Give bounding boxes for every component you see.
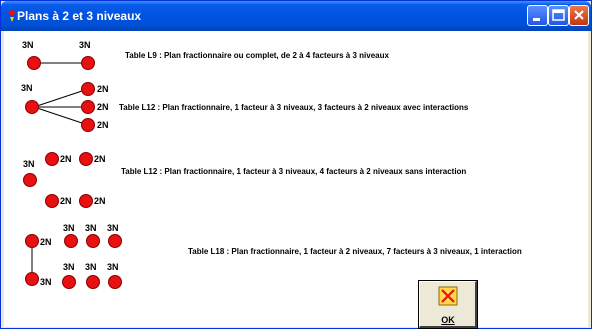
maximize-button[interactable]	[548, 5, 569, 26]
factor-node	[62, 275, 76, 289]
factor-node	[108, 275, 122, 289]
node-label: 2N	[94, 154, 106, 164]
ok-label: OK	[441, 315, 455, 325]
factor-node	[25, 234, 39, 248]
factor-node	[108, 234, 122, 248]
title-bar[interactable]: Plans à 2 et 3 niveaux	[1, 1, 591, 31]
factor-node	[23, 173, 37, 187]
minimize-icon	[533, 18, 540, 21]
minimize-button[interactable]	[527, 5, 548, 26]
node-label: 2N	[60, 196, 72, 206]
node-label: 3N	[79, 40, 91, 50]
node-label: 3N	[63, 223, 75, 233]
ok-button[interactable]: OK	[418, 280, 478, 329]
node-label: 2N	[40, 237, 52, 247]
node-label: 3N	[22, 40, 34, 50]
node-label: 3N	[40, 277, 52, 287]
factor-node	[25, 272, 39, 286]
factor-node	[81, 82, 95, 96]
node-label: 3N	[23, 159, 35, 169]
node-label: 3N	[85, 262, 97, 272]
factor-node	[86, 275, 100, 289]
table-l12-no-interaction-description: Table L12 : Plan fractionnaire, 1 facteu…	[121, 167, 467, 176]
factor-node	[81, 56, 95, 70]
factor-node	[27, 56, 41, 70]
node-label: 2N	[97, 84, 109, 94]
factor-node	[25, 100, 39, 114]
node-label: 2N	[60, 154, 72, 164]
dialog-content: 3N 3N Table L9 : Plan fractionnaire ou c…	[4, 31, 588, 329]
node-label: 3N	[63, 262, 75, 272]
factor-node	[79, 152, 93, 166]
factor-node	[45, 152, 59, 166]
node-label: 3N	[85, 223, 97, 233]
node-label: 2N	[94, 196, 106, 206]
node-label: 2N	[97, 102, 109, 112]
close-icon	[574, 10, 584, 20]
dialog-window: Plans à 2 et 3 niveaux 3N 3N Table L9 : …	[0, 0, 592, 329]
close-button[interactable]	[569, 5, 589, 26]
maximize-icon	[552, 9, 565, 21]
factor-node	[81, 100, 95, 114]
node-label: 3N	[21, 83, 33, 93]
node-label: 3N	[107, 223, 119, 233]
table-l9-description: Table L9 : Plan fractionnaire ou complet…	[125, 51, 389, 60]
table-l12-interactions-description: Table L12 : Plan fractionnaire, 1 facteu…	[119, 103, 469, 112]
node-label: 2N	[97, 120, 109, 130]
factor-node	[79, 194, 93, 208]
factor-node	[45, 194, 59, 208]
app-icon	[8, 10, 16, 22]
node-label: 3N	[107, 262, 119, 272]
cancel-box-icon	[438, 286, 458, 306]
window-title: Plans à 2 et 3 niveaux	[17, 9, 142, 23]
factor-node	[64, 234, 78, 248]
factor-node	[81, 118, 95, 132]
factor-node	[86, 234, 100, 248]
table-l18-description: Table L18 : Plan fractionnaire, 1 facteu…	[188, 247, 522, 256]
